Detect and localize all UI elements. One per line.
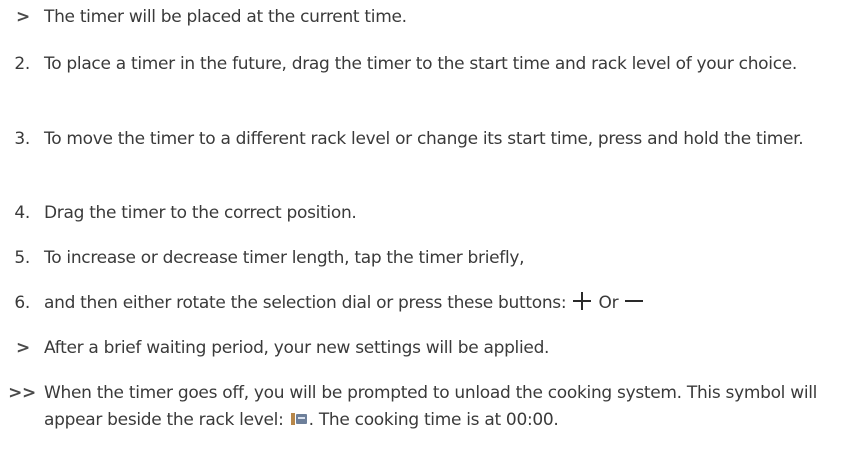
step-number: 5. xyxy=(14,248,30,268)
step-number: 2. xyxy=(14,54,30,74)
step-number: 3. xyxy=(14,129,30,149)
unload-rack-icon xyxy=(290,413,308,425)
step-number: 6. xyxy=(14,293,30,313)
step-text: and then either rotate the selection dia… xyxy=(44,290,850,317)
step-text: Drag the timer to the correct position. xyxy=(44,203,357,223)
minus-icon xyxy=(625,292,644,310)
arrow-marker: > xyxy=(16,338,30,358)
step-text: The timer will be placed at the current … xyxy=(44,7,407,27)
instructions-document: > The timer will be placed at the curren… xyxy=(0,0,861,462)
plus-icon xyxy=(573,292,592,310)
step-text: To increase or decrease timer length, ta… xyxy=(44,248,525,268)
step-text: To move the timer to a different rack le… xyxy=(44,129,804,149)
double-arrow-marker: >> xyxy=(8,383,36,403)
step-number: 4. xyxy=(14,203,30,223)
step-text-before: and then either rotate the selection dia… xyxy=(44,293,567,313)
step-text: To place a timer in the future, drag the… xyxy=(44,54,798,74)
or-text: Or xyxy=(598,293,619,313)
step-text: After a brief waiting period, your new s… xyxy=(44,338,550,358)
step-text-after: . The cooking time is at 00:00. xyxy=(308,410,559,430)
arrow-marker: > xyxy=(16,7,30,27)
step-text: When the timer goes off, you will be pro… xyxy=(44,380,850,434)
